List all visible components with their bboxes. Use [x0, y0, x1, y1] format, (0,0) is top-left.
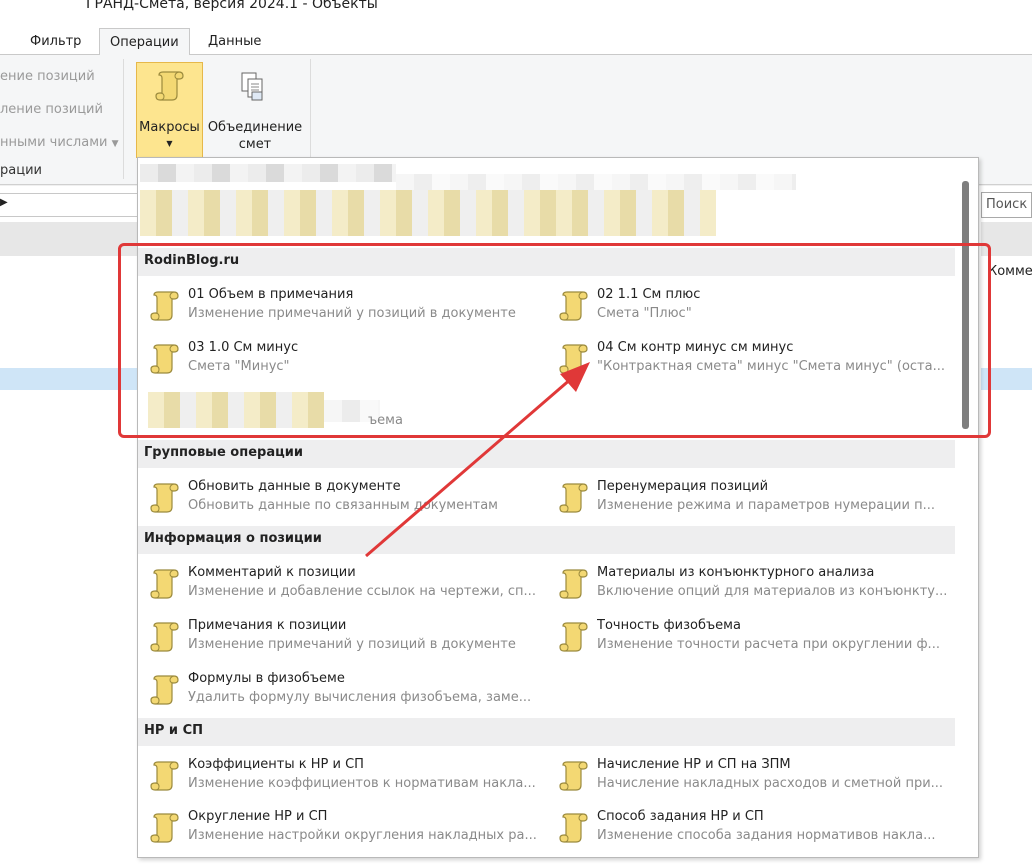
annotation-arrow-icon	[365, 362, 590, 558]
